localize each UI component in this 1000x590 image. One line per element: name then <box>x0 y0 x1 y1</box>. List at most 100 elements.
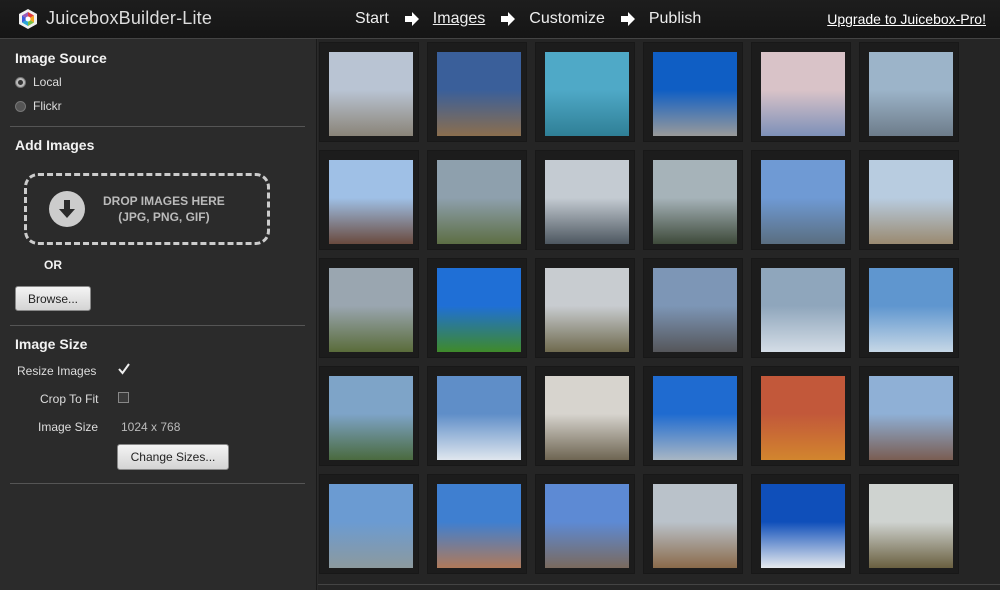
image-thumbnail[interactable] <box>859 150 959 250</box>
step-customize[interactable]: Customize <box>529 10 605 28</box>
image-thumbnail[interactable] <box>643 258 743 358</box>
thumbnail-image <box>329 268 413 352</box>
thumbnail-image <box>869 268 953 352</box>
wizard-steps: Start Images Customize Publish <box>355 10 701 28</box>
crop-to-fit-checkbox[interactable] <box>118 392 129 403</box>
image-grid <box>318 39 1000 590</box>
image-thumbnail[interactable] <box>643 366 743 466</box>
drop-zone[interactable]: DROP IMAGES HERE (JPG, PNG, GIF) <box>24 173 270 245</box>
radio-button-checked[interactable] <box>15 76 26 88</box>
resize-images-label: Resize Images <box>17 364 97 378</box>
thumbnail-image <box>653 484 737 568</box>
divider <box>318 584 1000 585</box>
thumbnail-image <box>869 376 953 460</box>
image-thumbnail[interactable] <box>319 150 419 250</box>
arrow-right-icon <box>404 12 419 26</box>
step-images[interactable]: Images <box>433 10 485 28</box>
image-thumbnail[interactable] <box>859 474 959 574</box>
image-thumbnail[interactable] <box>319 42 419 142</box>
thumbnail-image <box>545 160 629 244</box>
change-sizes-button[interactable]: Change Sizes... <box>117 444 229 470</box>
thumbnail-image <box>437 376 521 460</box>
thumbnail-image <box>437 160 521 244</box>
image-thumbnail[interactable] <box>427 474 527 574</box>
image-thumbnail[interactable] <box>643 474 743 574</box>
arrow-right-icon <box>501 12 516 26</box>
image-thumbnail[interactable] <box>859 366 959 466</box>
image-thumbnail[interactable] <box>319 258 419 358</box>
divider <box>10 126 305 127</box>
thumbnail-image <box>761 268 845 352</box>
or-label: OR <box>44 258 62 272</box>
image-thumbnail[interactable] <box>535 150 635 250</box>
image-thumbnail[interactable] <box>643 42 743 142</box>
divider <box>10 483 305 484</box>
image-thumbnail[interactable] <box>643 150 743 250</box>
thumbnail-image <box>545 268 629 352</box>
thumbnail-image <box>869 160 953 244</box>
image-thumbnail[interactable] <box>427 150 527 250</box>
thumbnail-image <box>761 52 845 136</box>
thumbnail-image <box>653 376 737 460</box>
image-thumbnail[interactable] <box>319 474 419 574</box>
arrow-right-icon <box>620 12 635 26</box>
image-thumbnail[interactable] <box>535 42 635 142</box>
browse-button[interactable]: Browse... <box>15 286 91 311</box>
app-title: JuiceboxBuilder-Lite <box>46 8 213 28</box>
image-thumbnail[interactable] <box>535 474 635 574</box>
sidebar: Image Source Local Flickr Add Images DRO… <box>0 39 317 590</box>
image-size-title: Image Size <box>15 336 88 352</box>
image-thumbnail[interactable] <box>751 258 851 358</box>
image-thumbnail[interactable] <box>319 366 419 466</box>
image-thumbnail[interactable] <box>751 150 851 250</box>
download-arrow-icon <box>49 191 85 227</box>
image-thumbnail[interactable] <box>427 366 527 466</box>
thumbnail-image <box>545 52 629 136</box>
image-thumbnail[interactable] <box>535 258 635 358</box>
resize-images-checkbox[interactable] <box>118 362 130 375</box>
image-thumbnail[interactable] <box>427 42 527 142</box>
radio-button[interactable] <box>15 100 26 112</box>
image-thumbnail[interactable] <box>751 474 851 574</box>
thumbnail-image <box>437 268 521 352</box>
thumbnail-image <box>329 484 413 568</box>
thumbnail-image <box>761 484 845 568</box>
radio-flickr[interactable]: Flickr <box>15 99 62 113</box>
image-thumbnail[interactable] <box>751 42 851 142</box>
drop-text-line1: DROP IMAGES HERE <box>103 194 225 208</box>
image-thumbnail[interactable] <box>535 366 635 466</box>
top-bar: JuiceboxBuilder-Lite Start Images Custom… <box>0 0 1000 39</box>
thumbnail-image <box>437 484 521 568</box>
image-thumbnail[interactable] <box>859 258 959 358</box>
step-publish[interactable]: Publish <box>649 10 701 28</box>
thumbnail-image <box>329 52 413 136</box>
image-thumbnail[interactable] <box>859 42 959 142</box>
thumbnail-image <box>437 52 521 136</box>
image-thumbnail[interactable] <box>751 366 851 466</box>
thumbnail-image <box>869 484 953 568</box>
crop-to-fit-label: Crop To Fit <box>40 392 99 406</box>
thumbnail-image <box>761 160 845 244</box>
thumbnail-image <box>329 160 413 244</box>
drop-text: DROP IMAGES HERE (JPG, PNG, GIF) <box>103 193 225 225</box>
thumbnail-image <box>653 52 737 136</box>
add-images-title: Add Images <box>15 137 95 153</box>
juicebox-logo-icon <box>19 9 37 29</box>
image-thumbnail[interactable] <box>427 258 527 358</box>
thumbnail-image <box>545 484 629 568</box>
thumbnail-image <box>329 376 413 460</box>
image-size-label: Image Size <box>38 420 99 434</box>
radio-local-label: Local <box>33 75 62 89</box>
image-source-title: Image Source <box>15 50 107 66</box>
thumbnail-image <box>653 268 737 352</box>
upgrade-link[interactable]: Upgrade to Juicebox-Pro! <box>827 11 986 27</box>
checkmark-icon <box>118 363 130 375</box>
radio-local[interactable]: Local <box>15 75 62 89</box>
drop-text-line2: (JPG, PNG, GIF) <box>118 210 210 224</box>
radio-flickr-label: Flickr <box>33 99 62 113</box>
divider <box>10 325 305 326</box>
thumbnail-image <box>869 52 953 136</box>
thumbnail-image <box>653 160 737 244</box>
thumbnail-image <box>761 376 845 460</box>
step-start[interactable]: Start <box>355 10 389 28</box>
